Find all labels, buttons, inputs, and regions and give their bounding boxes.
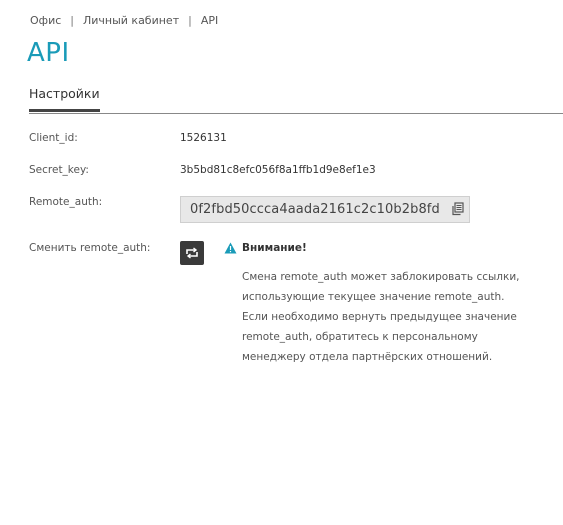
- remote-auth-value[interactable]: 0f2fbd50ccca4aada2161c2c10b2b8fd: [190, 202, 440, 217]
- page-title: API: [27, 38, 70, 68]
- secret-key-label: Secret_key:: [29, 164, 89, 176]
- tab-settings[interactable]: Настройки: [29, 86, 100, 112]
- breadcrumb-separator: |: [188, 14, 192, 27]
- warning-header: Внимание!: [224, 242, 524, 254]
- remote-auth-label: Remote_auth:: [29, 196, 103, 208]
- breadcrumb: Офис | Личный кабинет | API: [30, 14, 218, 27]
- warning-block: Внимание! Смена remote_auth может заблок…: [224, 242, 524, 367]
- warning-title: Внимание!: [242, 242, 307, 254]
- warning-text: Смена remote_auth может заблокировать сс…: [242, 271, 520, 363]
- client-id-value: 1526131: [180, 132, 227, 144]
- refresh-icon: [186, 247, 198, 259]
- breadcrumb-item-cabinet[interactable]: Личный кабинет: [83, 14, 179, 27]
- breadcrumb-item-api[interactable]: API: [201, 14, 218, 27]
- copy-icon[interactable]: [451, 201, 465, 216]
- client-id-label: Client_id:: [29, 132, 78, 144]
- tab-bar: Настройки: [29, 84, 563, 114]
- tab-divider: [29, 113, 563, 114]
- warning-icon: [224, 242, 237, 254]
- secret-key-value: 3b5bd81c8efc056f8a1ffb1d9e8ef1e3: [180, 164, 376, 176]
- remote-auth-field[interactable]: 0f2fbd50ccca4aada2161c2c10b2b8fd: [180, 196, 470, 223]
- change-remote-auth-label: Сменить remote_auth:: [29, 242, 151, 254]
- breadcrumb-separator: |: [70, 14, 74, 27]
- refresh-remote-auth-button[interactable]: [180, 241, 204, 265]
- breadcrumb-item-office[interactable]: Офис: [30, 14, 61, 27]
